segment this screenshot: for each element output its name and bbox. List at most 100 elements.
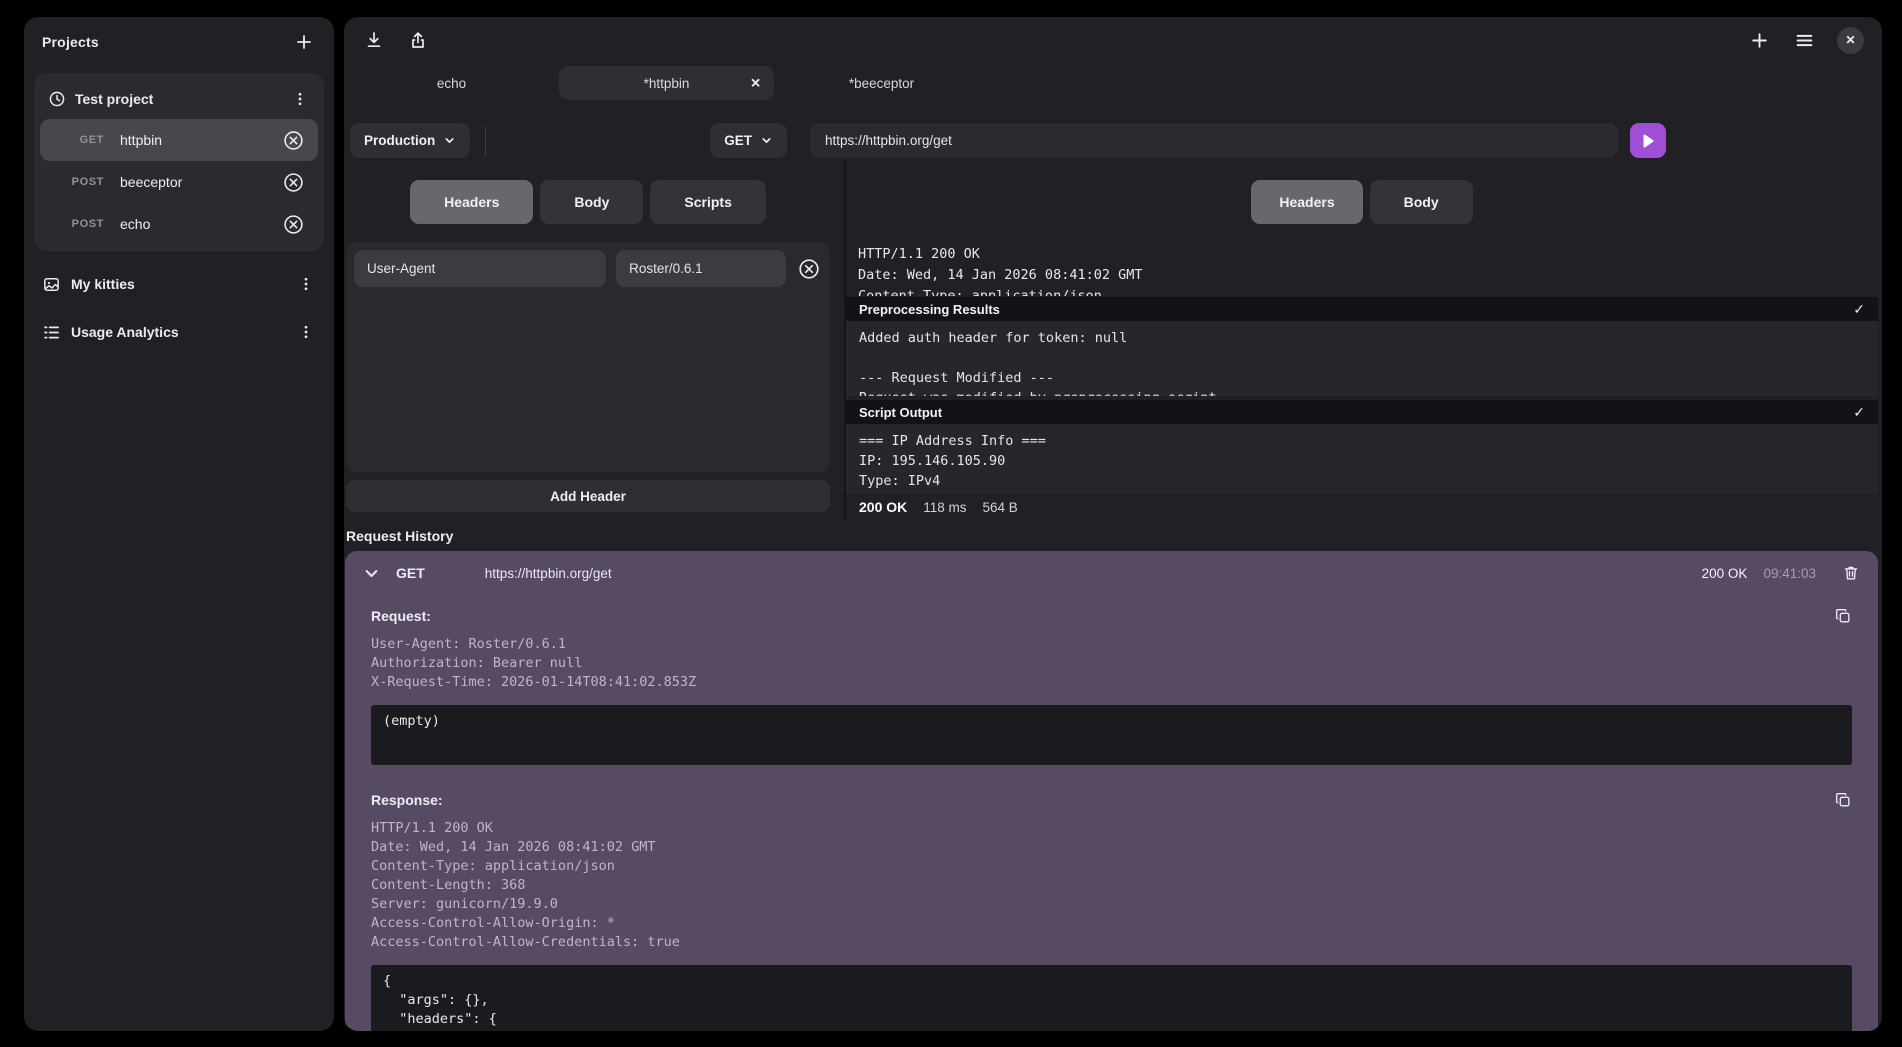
response-tabs: Headers Body: [846, 180, 1878, 224]
circled-x-icon: [283, 214, 304, 235]
menu-button[interactable]: [1792, 28, 1817, 53]
history-entry-header[interactable]: GET https://httpbin.org/get 200 OK 09:41…: [345, 551, 1878, 595]
plus-icon: [294, 32, 314, 52]
editor-response-row: Headers Body Scripts Add Header Headers …: [344, 160, 1882, 520]
copy-request-button[interactable]: [1834, 607, 1852, 625]
header-key-input[interactable]: [354, 250, 606, 287]
play-icon: [1640, 133, 1656, 149]
tab-headers[interactable]: Headers: [410, 180, 533, 224]
trash-icon: [1842, 564, 1860, 582]
script-output-title: Script Output: [859, 405, 942, 420]
url-input[interactable]: [810, 123, 1618, 158]
project-header[interactable]: Test project: [40, 79, 318, 119]
response-time: 118 ms: [923, 500, 966, 515]
kebab-icon: [292, 91, 308, 107]
delete-history-button[interactable]: [1842, 564, 1860, 582]
new-tab-button[interactable]: [1747, 28, 1772, 53]
request-section-header: Request:: [371, 607, 1852, 625]
header-value-input[interactable]: [616, 250, 786, 287]
project-menu-button[interactable]: [290, 89, 310, 109]
response-headers-text: HTTP/1.1 200 OK Date: Wed, 14 Jan 2026 0…: [371, 819, 1852, 952]
tab-body[interactable]: Body: [540, 180, 643, 224]
remove-header-button[interactable]: [796, 256, 822, 282]
chevron-down-icon: [443, 134, 456, 147]
response-size: 564 B: [983, 500, 1018, 515]
method-label: GET: [724, 133, 752, 148]
history-status: 200 OK: [1702, 566, 1748, 581]
sidebar-item-my-kitties[interactable]: My kitties: [24, 261, 334, 307]
clock-icon: [48, 90, 66, 108]
window-close-button[interactable]: ✕: [1837, 27, 1864, 54]
plus-icon: [1749, 30, 1770, 51]
response-headers-preview: HTTP/1.1 200 OK Date: Wed, 14 Jan 2026 0…: [846, 244, 1878, 296]
copy-response-button[interactable]: [1834, 791, 1852, 809]
chevron-down-icon: [363, 565, 380, 582]
tab-scripts[interactable]: Scripts: [650, 180, 765, 224]
history-entry-body: Request: User-Agent: Roster/0.6.1 Author…: [345, 595, 1878, 1031]
tab-response-body[interactable]: Body: [1370, 180, 1473, 224]
delete-request-button[interactable]: [281, 170, 306, 195]
delete-request-button[interactable]: [281, 128, 306, 153]
list-icon: [42, 323, 61, 342]
sidebar-item-beeceptor[interactable]: POST beeceptor: [40, 161, 318, 203]
request-headers-text: User-Agent: Roster/0.6.1 Authorization: …: [371, 635, 1852, 692]
method-selector[interactable]: GET: [710, 123, 787, 158]
tab-close-button[interactable]: ✕: [750, 77, 761, 90]
add-project-button[interactable]: [292, 30, 316, 54]
group-name: My kitties: [71, 276, 286, 292]
request-name: echo: [120, 216, 281, 232]
copy-icon: [1834, 607, 1852, 625]
circled-x-icon: [798, 258, 820, 280]
share-icon: [408, 30, 428, 50]
request-label: Request:: [371, 608, 431, 624]
request-method-label: POST: [62, 218, 104, 230]
group-name: Usage Analytics: [71, 324, 286, 340]
delete-request-button[interactable]: [281, 212, 306, 237]
check-icon: ✓: [1853, 301, 1865, 318]
tab-echo[interactable]: echo: [344, 66, 559, 100]
request-name: beeceptor: [120, 174, 281, 190]
tab-response-headers[interactable]: Headers: [1251, 180, 1362, 224]
image-icon: [42, 275, 61, 294]
script-output-bar[interactable]: Script Output ✓: [846, 400, 1878, 424]
tab-httpbin[interactable]: *httpbin ✕: [559, 66, 774, 100]
response-label: Response:: [371, 792, 443, 808]
group-menu-button[interactable]: [296, 274, 316, 294]
tab-beeceptor[interactable]: *beeceptor: [774, 66, 989, 100]
headers-list: [346, 242, 830, 472]
close-icon: ✕: [750, 76, 761, 91]
tab-label: echo: [437, 76, 466, 91]
circled-x-icon: [283, 130, 304, 151]
response-panel: Headers Body HTTP/1.1 200 OK Date: Wed, …: [846, 160, 1882, 520]
group-menu-button[interactable]: [296, 322, 316, 342]
copy-icon: [1834, 791, 1852, 809]
check-icon: ✓: [1853, 404, 1865, 421]
request-editor-tabs: Headers Body Scripts: [346, 180, 830, 224]
history-method: GET: [396, 565, 425, 581]
history-timestamp: 09:41:03: [1763, 566, 1816, 581]
environment-selector[interactable]: Production: [350, 123, 470, 158]
main-panel: ✕ echo *httpbin ✕ *beeceptor Production …: [344, 17, 1882, 1031]
close-icon: ✕: [1845, 33, 1855, 47]
export-button[interactable]: [406, 28, 430, 52]
script-output-text: === IP Address Info === IP: 195.146.105.…: [846, 424, 1878, 494]
sidebar-item-echo[interactable]: POST echo: [40, 203, 318, 245]
sidebar-item-usage-analytics[interactable]: Usage Analytics: [24, 309, 334, 355]
sidebar-item-httpbin[interactable]: GET httpbin: [40, 119, 318, 161]
top-bar: ✕: [344, 17, 1882, 63]
preprocessing-results-bar[interactable]: Preprocessing Results ✓: [846, 297, 1878, 321]
kebab-icon: [298, 276, 314, 292]
hamburger-icon: [1794, 30, 1815, 51]
request-history-title: Request History: [344, 520, 1882, 551]
add-header-button[interactable]: Add Header: [346, 480, 830, 512]
download-icon: [364, 30, 384, 50]
environment-label: Production: [364, 133, 435, 148]
tab-label: *beeceptor: [849, 76, 914, 91]
projects-title: Projects: [42, 34, 99, 50]
import-button[interactable]: [362, 28, 386, 52]
response-section-header: Response:: [371, 791, 1852, 809]
send-request-button[interactable]: [1630, 123, 1666, 158]
request-bar: Production GET: [344, 123, 1882, 158]
request-method-label: GET: [62, 134, 104, 146]
project-card: Test project GET httpbin POST beeceptor …: [34, 73, 324, 251]
